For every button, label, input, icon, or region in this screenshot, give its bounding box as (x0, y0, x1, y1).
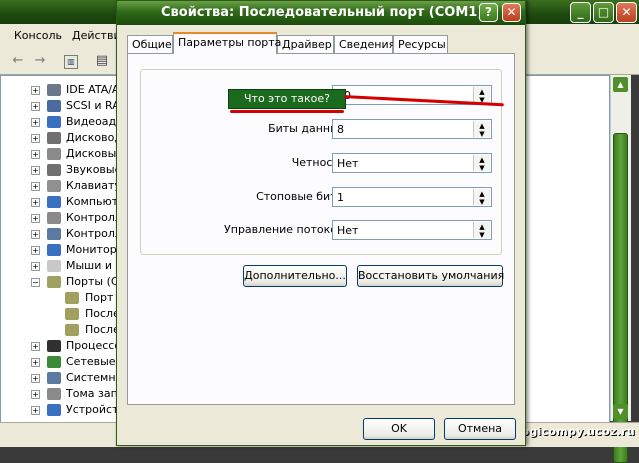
device-icon (47, 276, 61, 288)
cancel-button[interactable]: Отмена (444, 418, 516, 440)
device-icon (47, 372, 61, 384)
device-icon (47, 164, 61, 176)
field-label-flow-control: Управление потоком: (224, 223, 349, 236)
dialog-title: Свойства: Последовательный порт (COM1) (161, 5, 484, 20)
collapse-icon[interactable]: − (31, 278, 40, 287)
expand-icon[interactable]: + (31, 134, 40, 143)
device-icon (47, 244, 61, 256)
stop-bits-select[interactable]: 1 ▲ ▼ (332, 187, 492, 207)
expand-icon[interactable]: + (31, 182, 40, 191)
ok-button[interactable]: OK (363, 418, 435, 440)
expand-icon[interactable]: + (31, 246, 40, 255)
close-icon[interactable]: ✕ (502, 3, 521, 22)
expand-icon[interactable]: + (31, 358, 40, 367)
chevron-updown-icon[interactable]: ▲ ▼ (473, 87, 490, 104)
device-icon (47, 132, 61, 144)
properties-icon[interactable]: ▤ (94, 53, 110, 69)
tree-item-label: Звуковые (66, 163, 122, 176)
device-icon (65, 308, 79, 320)
back-arrow-icon[interactable]: ← (10, 53, 26, 69)
tree-item-label: После (85, 307, 120, 320)
expand-icon[interactable]: + (31, 374, 40, 383)
device-icon (47, 212, 61, 224)
device-icon (65, 324, 79, 336)
tree-item-label: Клавиату (66, 179, 121, 192)
expand-icon[interactable]: + (31, 390, 40, 399)
flow-control-select[interactable]: Нет ▲ ▼ (332, 220, 492, 240)
help-icon[interactable]: ? (479, 3, 498, 22)
maximize-icon[interactable]: □ (593, 2, 614, 23)
device-icon (47, 260, 61, 272)
close-icon[interactable]: ✕ (616, 2, 637, 23)
data-bits-select[interactable]: 8 ▲ ▼ (332, 119, 492, 139)
whats-this-tooltip[interactable]: Что это такое? (228, 89, 346, 109)
device-icon (47, 388, 61, 400)
menu-console[interactable]: Консоль (14, 29, 62, 42)
device-icon (47, 356, 61, 368)
expand-icon[interactable]: + (31, 214, 40, 223)
tree-item-label: Дисковые (66, 147, 124, 160)
device-icon (47, 180, 61, 192)
tab-resources[interactable]: Ресурсы (393, 35, 448, 53)
chevron-updown-icon[interactable]: ▲ ▼ (473, 189, 490, 206)
chevron-updown-icon[interactable]: ▲ ▼ (473, 155, 490, 172)
device-icon (47, 148, 61, 160)
tab-port-settings[interactable]: Параметры порта (173, 32, 281, 54)
expand-icon[interactable]: + (31, 198, 40, 207)
flow-control-value: Нет (337, 224, 359, 237)
chevron-updown-icon[interactable]: ▲ ▼ (473, 121, 490, 138)
device-icon (47, 228, 61, 240)
expand-icon[interactable]: + (31, 406, 40, 415)
device-icon (47, 116, 61, 128)
tab-details[interactable]: Сведения (334, 35, 395, 53)
properties-dialog: Свойства: Последовательный порт (COM1) ?… (116, 0, 526, 446)
tree-item-label: Контролл (66, 227, 122, 240)
data-bits-value: 8 (337, 123, 344, 136)
tree-item-label: Контролл (66, 211, 122, 224)
device-icon (47, 196, 61, 208)
stop-bits-value: 1 (337, 191, 344, 204)
menu-action[interactable]: Действи (72, 29, 121, 42)
dialog-title-bar[interactable]: Свойства: Последовательный порт (COM1) ?… (117, 1, 525, 25)
device-icon (47, 404, 61, 416)
parity-value: Нет (337, 157, 359, 170)
tree-item-label: Дисковод (66, 131, 122, 144)
expand-icon[interactable]: + (31, 342, 40, 351)
forward-arrow-icon[interactable]: → (32, 53, 48, 69)
device-icon (47, 84, 61, 96)
console-tree-icon[interactable]: ▥ (64, 55, 78, 69)
device-icon (47, 340, 61, 352)
scroll-down-icon[interactable]: ▼ (613, 404, 628, 419)
expand-icon[interactable]: + (31, 166, 40, 175)
device-icon (47, 100, 61, 112)
expand-icon[interactable]: + (31, 262, 40, 271)
tree-item-label: SCSI и RA (66, 99, 120, 112)
tree-item-label: Видеоада (66, 115, 123, 128)
tree-item-label: После (85, 323, 120, 336)
expand-icon[interactable]: + (31, 86, 40, 95)
restore-defaults-button[interactable]: Восстановить умолчания (357, 265, 504, 287)
parity-select[interactable]: Нет ▲ ▼ (332, 153, 492, 173)
expand-icon[interactable]: + (31, 102, 40, 111)
annotation-underline (230, 110, 344, 113)
expand-icon[interactable]: + (31, 150, 40, 159)
tab-driver[interactable]: Драйвер (277, 35, 334, 53)
advanced-button[interactable]: Дополнительно... (243, 265, 347, 287)
tab-general[interactable]: Общие (127, 35, 173, 53)
scroll-up-icon[interactable]: ▲ (613, 77, 628, 92)
expand-icon[interactable]: + (31, 118, 40, 127)
device-icon (65, 292, 79, 304)
minimize-icon[interactable]: _ (570, 2, 591, 23)
tree-item-label: IDE ATA/A (66, 83, 120, 96)
expand-icon[interactable]: + (31, 230, 40, 239)
chevron-updown-icon[interactable]: ▲ ▼ (473, 222, 490, 239)
vertical-scrollbar[interactable]: ▲ ▼ (610, 75, 631, 463)
